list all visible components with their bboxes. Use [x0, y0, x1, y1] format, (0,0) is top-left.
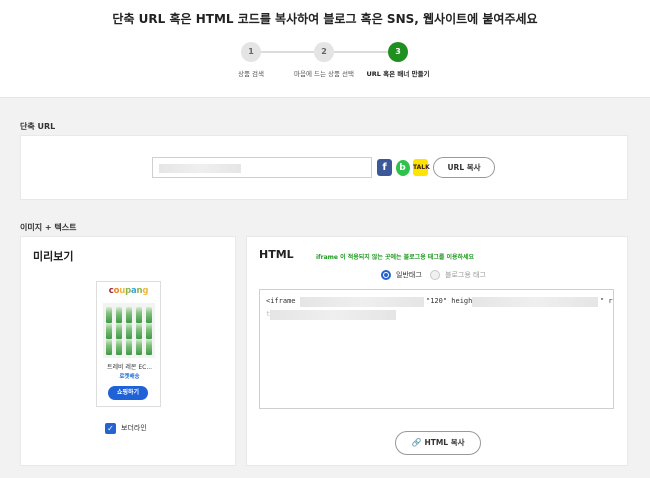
step-2-label: 마음에 드는 상품 선택 — [293, 70, 355, 78]
preview-title: 미리보기 — [33, 250, 74, 263]
blog-tag-label[interactable]: 블로그용 태그 — [445, 270, 486, 280]
step-connector — [324, 51, 398, 53]
html-copy-button[interactable]: 🔗 HTML 복사 — [395, 431, 481, 455]
general-tag-radio[interactable] — [381, 270, 391, 280]
borderline-label[interactable]: 보더라인 — [121, 423, 147, 433]
html-copy-label: HTML 복사 — [424, 438, 465, 447]
step-2-indicator: 2 — [314, 42, 334, 62]
step-3-indicator: 3 — [388, 42, 408, 62]
code-end: " r — [600, 297, 613, 305]
kakaotalk-icon[interactable]: TALK — [413, 159, 430, 176]
step-1-indicator: 1 — [241, 42, 261, 62]
short-url-section-title: 단축 URL — [20, 122, 56, 131]
html-code-textarea[interactable]: <iframe s "120" height= " r t — [259, 289, 614, 409]
general-tag-label[interactable]: 일반태그 — [396, 270, 422, 280]
html-title: HTML — [259, 248, 294, 261]
product-name: 트레비 레몬 EC... — [106, 364, 153, 371]
step-3-label: URL 혹은 배너 만들기 — [366, 70, 430, 78]
step-1-label: 상품 검색 — [238, 70, 264, 78]
borderline-checkbox[interactable]: ✓ — [105, 423, 116, 434]
product-image — [103, 303, 155, 358]
banner-preview: coupang 트레비 레몬 EC... 로켓배송 쇼핑하기 — [96, 281, 161, 407]
rocket-delivery-badge: 로켓배송 — [119, 374, 140, 380]
coupang-logo: coupang — [108, 286, 149, 296]
short-url-value-redacted — [159, 164, 241, 173]
code-redacted — [270, 310, 396, 320]
band-icon[interactable]: b — [395, 159, 410, 176]
band-logo: b — [395, 160, 410, 176]
page-headline: 단축 URL 혹은 HTML 코드를 복사하여 블로그 혹은 SNS, 웹사이트… — [112, 12, 538, 26]
code-prefix: <iframe s — [266, 297, 304, 305]
code-redacted — [300, 297, 424, 307]
step-connector — [251, 51, 323, 53]
shop-now-button[interactable]: 쇼핑하기 — [108, 386, 148, 400]
header-area: 단축 URL 혹은 HTML 코드를 복사하여 블로그 혹은 SNS, 웹사이트… — [0, 0, 650, 98]
image-text-section-title: 이미지 + 텍스트 — [20, 223, 77, 232]
code-redacted — [472, 297, 598, 307]
blog-tag-radio[interactable] — [430, 270, 440, 280]
short-url-field[interactable] — [152, 157, 372, 178]
link-icon: 🔗 — [411, 438, 422, 447]
iframe-notice: iframe 이 적용되지 않는 곳에는 블로그용 태그를 이용하세요 — [316, 254, 475, 261]
url-copy-button[interactable]: URL 복사 — [433, 157, 495, 178]
facebook-icon[interactable]: f — [377, 159, 392, 176]
